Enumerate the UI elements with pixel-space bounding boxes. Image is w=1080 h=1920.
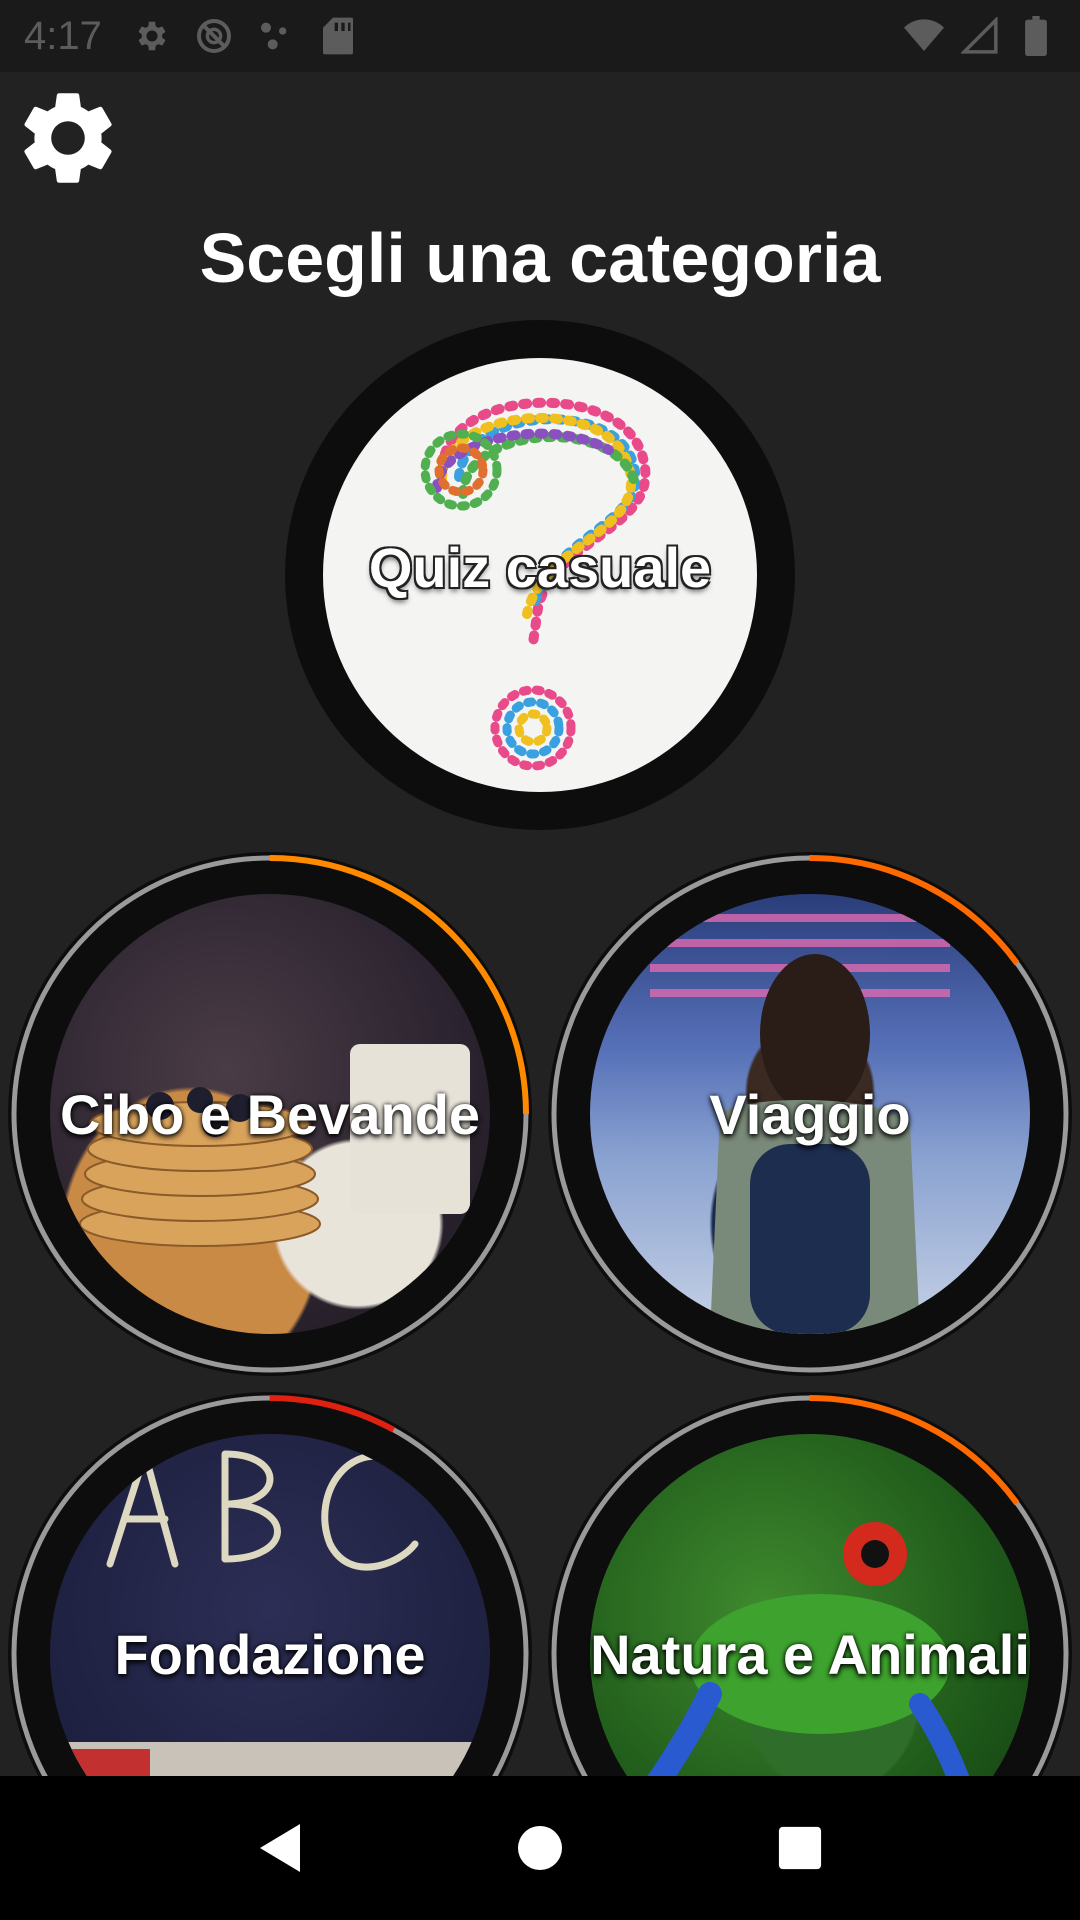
category-viaggio[interactable]: Viaggio [546, 850, 1074, 1378]
wifi-icon [904, 16, 944, 56]
category-label: Fondazione [114, 1623, 426, 1686]
battery-icon [1016, 16, 1056, 56]
dots-icon [256, 16, 296, 56]
category-label: Cibo e Bevande [59, 1083, 481, 1146]
recents-button[interactable] [755, 1803, 845, 1893]
status-bar: 4:17 [0, 0, 1080, 72]
category-label: Natura e Animali [590, 1623, 1030, 1686]
category-label: Quiz casuale [368, 536, 712, 599]
sd-card-icon [318, 16, 358, 56]
page-title: Scegli una categoria [199, 219, 881, 297]
status-time: 4:17 [24, 13, 102, 58]
home-button[interactable] [495, 1803, 585, 1893]
status-icons-left [132, 16, 358, 56]
gear-icon [24, 93, 112, 183]
home-icon [518, 1826, 562, 1870]
category-label: Viaggio [709, 1083, 911, 1146]
recents-icon [778, 1826, 822, 1870]
category-quiz-casuale[interactable]: Quiz casuale [283, 318, 797, 832]
status-icons-right [904, 16, 1056, 56]
sync-off-icon [194, 16, 234, 56]
signal-icon [960, 16, 1000, 56]
navigation-bar [0, 1776, 1080, 1920]
back-icon [260, 1824, 300, 1872]
settings-button[interactable] [10, 80, 126, 196]
gear-icon [132, 16, 172, 56]
back-button[interactable] [235, 1803, 325, 1893]
category-cibo-e-bevande[interactable]: Cibo e Bevande [6, 850, 534, 1378]
